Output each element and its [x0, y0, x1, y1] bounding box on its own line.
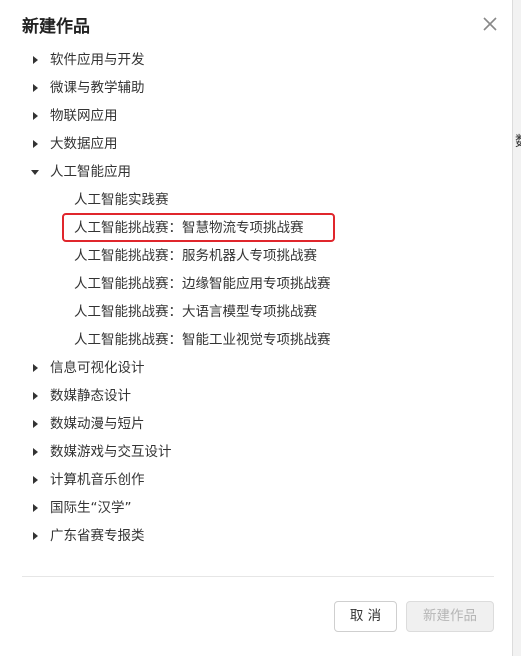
tree-leaf-label: 人工智能挑战赛：智能工业视觉专项挑战赛 [74, 332, 331, 348]
tree-node-ai[interactable]: 人工智能应用 [0, 158, 513, 186]
tree-leaf-label: 人工智能挑战赛：大语言模型专项挑战赛 [74, 304, 317, 320]
tree-node-infovis[interactable]: 信息可视化设计 [0, 354, 513, 382]
tree-leaf-ai-llm[interactable]: 人工智能挑战赛：大语言模型专项挑战赛 [0, 298, 513, 326]
tree-node-bigdata[interactable]: 大数据应用 [0, 130, 513, 158]
tree-leaf-label: 人工智能挑战赛：边缘智能应用专项挑战赛 [74, 276, 331, 292]
tree-node-label: 计算机音乐创作 [50, 472, 145, 488]
tree-node-animation[interactable]: 数媒动漫与短片 [0, 410, 513, 438]
caret-right-icon [33, 476, 38, 484]
caret-right-icon [33, 420, 38, 428]
tree-node-guangdong[interactable]: 广东省赛专报类 [0, 522, 513, 550]
caret-right-icon [33, 448, 38, 456]
tree-leaf-label: 人工智能实践赛 [74, 192, 169, 208]
tree-node-software[interactable]: 软件应用与开发 [0, 46, 513, 74]
tree-node-label: 大数据应用 [50, 136, 118, 152]
tree-leaf-ai-vision[interactable]: 人工智能挑战赛：智能工业视觉专项挑战赛 [0, 326, 513, 354]
tree-node-label: 数媒静态设计 [50, 388, 131, 404]
tree-node-label: 信息可视化设计 [50, 360, 145, 376]
caret-right-icon [33, 112, 38, 120]
caret-right-icon [33, 364, 38, 372]
tree-node-sinology[interactable]: 国际生“汉学” [0, 494, 513, 522]
new-work-dialog: 新建作品 软件应用与开发 微课与教学辅助 物联网应用 大数据应用 人工智能应用 [0, 0, 513, 656]
tree-leaf-ai-robot[interactable]: 人工智能挑战赛：服务机器人专项挑战赛 [0, 242, 513, 270]
caret-right-icon [33, 56, 38, 64]
tree-node-label: 数媒动漫与短片 [50, 416, 145, 432]
tree-leaf-label: 人工智能挑战赛：服务机器人专项挑战赛 [74, 248, 317, 264]
tree-node-label: 微课与教学辅助 [50, 80, 145, 96]
dialog-title: 新建作品 [22, 17, 90, 37]
tree-leaf-ai-edge[interactable]: 人工智能挑战赛：边缘智能应用专项挑战赛 [0, 270, 513, 298]
caret-right-icon [33, 532, 38, 540]
caret-right-icon [33, 84, 38, 92]
tree-node-game-design[interactable]: 数媒游戏与交互设计 [0, 438, 513, 466]
tree-node-label: 数媒游戏与交互设计 [50, 444, 172, 460]
tree-node-label: 软件应用与开发 [50, 52, 145, 68]
background-text-fragment: 数 [515, 133, 521, 151]
create-work-button[interactable]: 新建作品 [406, 601, 494, 632]
tree-node-label: 物联网应用 [50, 108, 118, 124]
tree-node-static-design[interactable]: 数媒静态设计 [0, 382, 513, 410]
tree-node-label: 国际生“汉学” [50, 500, 132, 516]
caret-right-icon [33, 504, 38, 512]
tree-leaf-ai-logistics[interactable]: 人工智能挑战赛：智慧物流专项挑战赛 [0, 214, 513, 242]
tree-leaf-ai-practice[interactable]: 人工智能实践赛 [0, 186, 513, 214]
caret-right-icon [33, 392, 38, 400]
cancel-button[interactable]: 取 消 [334, 601, 397, 632]
caret-right-icon [33, 140, 38, 148]
tree-node-microlesson[interactable]: 微课与教学辅助 [0, 74, 513, 102]
caret-down-icon [31, 170, 39, 175]
close-icon[interactable] [478, 12, 502, 36]
tree-node-label: 人工智能应用 [50, 164, 131, 180]
tree-leaf-label: 人工智能挑战赛：智慧物流专项挑战赛 [74, 220, 304, 236]
tree-node-iot[interactable]: 物联网应用 [0, 102, 513, 130]
category-tree: 软件应用与开发 微课与教学辅助 物联网应用 大数据应用 人工智能应用 人工智能实… [0, 46, 513, 550]
tree-node-music[interactable]: 计算机音乐创作 [0, 466, 513, 494]
tree-node-label: 广东省赛专报类 [50, 528, 145, 544]
footer-divider [22, 576, 494, 577]
